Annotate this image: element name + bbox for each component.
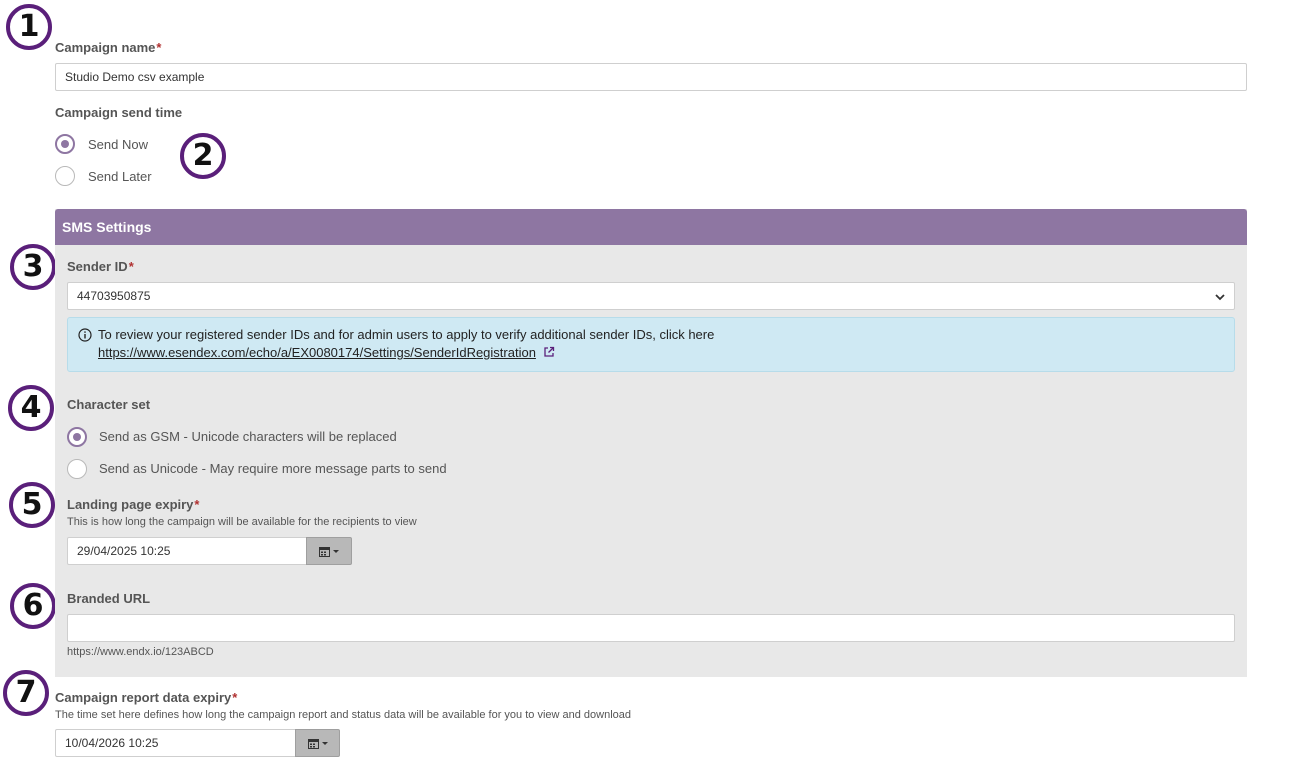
campaign-name-label: Campaign name* bbox=[55, 40, 161, 55]
annotation-badge-7: 7 bbox=[3, 670, 49, 716]
send-later-radio[interactable] bbox=[55, 166, 75, 186]
send-now-radio[interactable] bbox=[55, 134, 75, 154]
sender-id-label: Sender ID* bbox=[67, 259, 134, 274]
sms-settings-header: SMS Settings bbox=[55, 209, 1247, 245]
caret-down-icon bbox=[321, 741, 328, 745]
annotation-badge-1: 1 bbox=[6, 4, 52, 50]
branded-url-help: https://www.endx.io/123ABCD bbox=[67, 646, 214, 658]
required-mark: * bbox=[128, 259, 134, 274]
character-set-label: Character set bbox=[67, 397, 151, 412]
report-expiry-calendar-button[interactable] bbox=[295, 729, 340, 757]
gsm-radio[interactable] bbox=[67, 427, 87, 447]
sender-id-info-text: To review your registered sender IDs and… bbox=[98, 327, 715, 342]
sender-id-select[interactable]: 44703950875 bbox=[67, 282, 1235, 310]
chevron-down-icon bbox=[1215, 294, 1225, 301]
info-circle-icon bbox=[78, 328, 92, 342]
send-later-label[interactable]: Send Later bbox=[88, 169, 152, 184]
send-now-label[interactable]: Send Now bbox=[88, 137, 148, 152]
branded-url-input[interactable] bbox=[67, 614, 1235, 642]
report-expiry-label-text: Campaign report data expiry bbox=[55, 690, 232, 705]
calendar-icon bbox=[319, 546, 330, 557]
sender-id-link-row: https://www.esendex.com/echo/a/EX0080174… bbox=[98, 345, 555, 360]
sender-id-registration-link[interactable]: https://www.esendex.com/echo/a/EX0080174… bbox=[98, 345, 536, 360]
report-expiry-help: The time set here defines how long the c… bbox=[55, 709, 632, 721]
sender-id-value: 44703950875 bbox=[77, 289, 151, 303]
external-link-icon[interactable] bbox=[543, 346, 555, 358]
annotation-badge-5: 5 bbox=[9, 482, 55, 528]
landing-expiry-label: Landing page expiry* bbox=[67, 497, 199, 512]
landing-expiry-input[interactable]: 29/04/2025 10:25 bbox=[67, 537, 307, 565]
report-expiry-label: Campaign report data expiry* bbox=[55, 690, 237, 705]
landing-expiry-calendar-button[interactable] bbox=[306, 537, 352, 565]
landing-expiry-help: This is how long the campaign will be av… bbox=[67, 516, 417, 528]
annotation-badge-3: 3 bbox=[10, 244, 56, 290]
landing-expiry-label-text: Landing page expiry bbox=[67, 497, 194, 512]
gsm-label[interactable]: Send as GSM - Unicode characters will be… bbox=[99, 429, 397, 444]
report-expiry-input[interactable]: 10/04/2026 10:25 bbox=[55, 729, 296, 757]
calendar-icon bbox=[307, 738, 319, 749]
send-time-label: Campaign send time bbox=[55, 105, 183, 120]
unicode-label[interactable]: Send as Unicode - May require more messa… bbox=[99, 461, 447, 476]
sender-id-label-text: Sender ID bbox=[67, 259, 128, 274]
required-mark: * bbox=[156, 40, 162, 55]
required-mark: * bbox=[194, 497, 200, 512]
branded-url-label: Branded URL bbox=[67, 591, 151, 606]
annotation-badge-4: 4 bbox=[8, 385, 54, 431]
campaign-name-label-text: Campaign name bbox=[55, 40, 156, 55]
annotation-badge-6: 6 bbox=[10, 583, 56, 629]
sender-id-info-box: To review your registered sender IDs and… bbox=[67, 317, 1235, 372]
caret-down-icon bbox=[333, 549, 339, 553]
campaign-name-input[interactable]: Studio Demo csv example bbox=[55, 63, 1247, 91]
unicode-radio[interactable] bbox=[67, 459, 87, 479]
annotation-badge-2: 2 bbox=[180, 133, 226, 179]
required-mark: * bbox=[232, 690, 238, 705]
